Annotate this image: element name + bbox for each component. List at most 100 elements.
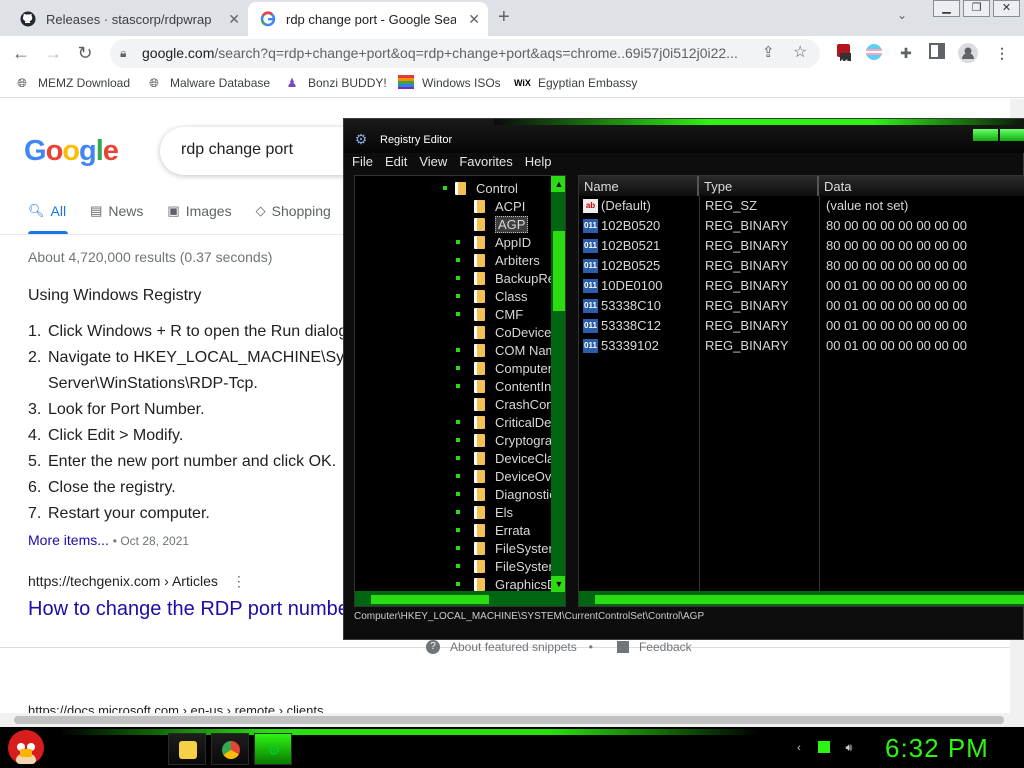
google-logo[interactable]: Google [24, 135, 119, 168]
tree-node[interactable]: Errata [456, 521, 530, 539]
table-row[interactable]: 011 102B0521 REG_BINARY 80 00 00 00 00 00 0… [579, 236, 1024, 256]
menu-file[interactable]: File [352, 154, 373, 169]
tree-node[interactable]: CMF [456, 305, 523, 323]
bookmark-windows-isos[interactable]: Windows ISOs [398, 75, 501, 91]
tab-news[interactable]: ▤ News [90, 203, 143, 219]
profile-avatar-icon[interactable] [958, 43, 978, 63]
tab-all[interactable]: 🔍︎ All [28, 203, 66, 219]
tree-node[interactable]: DeviceClas [456, 449, 561, 467]
chevron-left-icon[interactable]: ‹ [792, 741, 806, 755]
table-row[interactable]: 011 53339102 REG_BINARY 00 01 00 00 00 00 0… [579, 336, 1024, 356]
scroll-up-arrow-icon[interactable]: ▲ [551, 176, 565, 192]
taskbar-explorer-button[interactable] [168, 733, 206, 765]
scrollbar-thumb[interactable] [595, 595, 1024, 604]
tree-horizontal-scrollbar[interactable] [355, 591, 551, 606]
column-header-name[interactable]: Name [579, 176, 699, 196]
feedback-link[interactable]: Feedback [639, 640, 692, 654]
volume-icon[interactable]: 🔊︎ [842, 741, 856, 755]
tab-images[interactable]: ▣ Images [167, 203, 231, 219]
horizontal-scrollbar[interactable] [0, 713, 1010, 727]
tree-node[interactable]: CrashCont [474, 395, 557, 413]
tree-node[interactable]: AppID [456, 233, 531, 251]
tree-vertical-scrollbar[interactable]: ▲ ▼ [551, 176, 565, 606]
sidepanel-icon[interactable] [927, 43, 947, 63]
values-horizontal-scrollbar[interactable] [579, 591, 1024, 606]
back-arrow-icon[interactable]: ← [10, 42, 32, 64]
maximize-button[interactable]: ❐ [963, 0, 990, 17]
tab-shopping[interactable]: ◇ Shopping [256, 203, 331, 219]
tree-node[interactable]: FileSyster [456, 557, 553, 575]
taskbar-regedit-button[interactable]: ⚙ [254, 733, 292, 765]
next-result-source[interactable]: https://docs.microsoft.com › en-us › rem… [28, 703, 323, 713]
close-icon[interactable]: ✕ [468, 11, 480, 28]
tree-node[interactable]: DeviceOve [456, 467, 559, 485]
menu-help[interactable]: Help [525, 154, 552, 169]
share-icon[interactable]: ⇪ [762, 43, 775, 61]
tree-node[interactable]: ContentInc [456, 377, 558, 395]
minimize-button[interactable] [973, 129, 998, 141]
scrollbar-thumb[interactable] [14, 716, 1004, 724]
tree-node[interactable]: BackupRe [456, 269, 555, 287]
result-source[interactable]: https://techgenix.com › Articles ⋮ [28, 573, 246, 590]
tree-node[interactable]: Class [456, 287, 528, 305]
scrollbar-thumb[interactable] [371, 595, 489, 604]
kebab-menu-icon[interactable]: ⋮ [232, 573, 246, 589]
tree-node[interactable]: Arbiters [456, 251, 540, 269]
column-header-type[interactable]: Type [699, 176, 819, 196]
column-header-data[interactable]: Data [819, 176, 1024, 196]
scrollbar-thumb[interactable] [553, 231, 565, 311]
bookmark-egyptian-embassy[interactable]: WiX Egyptian Embassy [514, 75, 637, 91]
address-url[interactable]: google.com/search?q=rdp+change+port&oq=r… [142, 45, 757, 61]
table-row[interactable]: ab (Default) REG_SZ (value not set) [579, 196, 1024, 216]
tab-google-search[interactable]: rdp change port - Google Search ✕ [248, 2, 488, 36]
regedit-titlebar[interactable]: ⚙ Registry Editor [344, 119, 1024, 153]
extension-shield-icon[interactable]: 11 [834, 43, 854, 68]
tree-node[interactable]: FileSyster [456, 539, 553, 557]
taskbar-chrome-button[interactable] [211, 733, 249, 765]
tree-node-control[interactable]: Control [443, 179, 518, 197]
close-icon[interactable]: ✕ [228, 11, 240, 28]
tree-node[interactable]: ComputerI [456, 359, 556, 377]
tree-node[interactable]: ACPI [474, 197, 525, 215]
about-snippets-link[interactable]: About featured snippets [450, 640, 577, 654]
tree-node-selected[interactable]: AGP [474, 215, 529, 233]
key-tree-pane: Control ACPI AGP AppID Arbiters BackupRe… [354, 175, 566, 607]
bookmark-malware-database[interactable]: 🌐︎ Malware Database [146, 75, 270, 91]
address-bar[interactable]: 🔒︎ google.com/search?q=rdp+change+port&o… [110, 39, 820, 68]
puzzle-icon[interactable]: ✚ [896, 43, 916, 63]
result-title-link[interactable]: How to change the RDP port number [28, 598, 356, 621]
tree-node[interactable]: CriticalDev [456, 413, 558, 431]
table-row[interactable]: 011 53338C12 REG_BINARY 00 01 00 00 00 00 0… [579, 316, 1024, 336]
tree-node[interactable]: COM Nam [456, 341, 556, 359]
minimize-button[interactable]: ▁ [933, 0, 960, 17]
bookmark-bonzi-buddy[interactable]: ♟ Bonzi BUDDY! [284, 75, 387, 91]
forward-arrow-icon[interactable]: → [42, 42, 64, 64]
tree-node[interactable]: Diagnostic [456, 485, 556, 503]
menu-edit[interactable]: Edit [385, 154, 407, 169]
table-row[interactable]: 011 102B0525 REG_BINARY 80 00 00 00 00 00 0… [579, 256, 1024, 276]
table-row[interactable]: 011 10DE0100 REG_BINARY 00 01 00 00 00 00 0… [579, 276, 1024, 296]
tree-node[interactable]: Els [456, 503, 513, 521]
kebab-menu-icon[interactable]: ⋮ [992, 43, 1012, 63]
more-items-link[interactable]: More items... [28, 532, 109, 548]
bookmark-memz[interactable]: 🌐︎ MEMZ Download [14, 75, 130, 91]
folder-icon [179, 741, 197, 759]
table-row[interactable]: 011 53338C10 REG_BINARY 00 01 00 00 00 00 0… [579, 296, 1024, 316]
table-row[interactable]: 011 102B0520 REG_BINARY 80 00 00 00 00 00 0… [579, 216, 1024, 236]
tree-node[interactable]: CoDeviceI [474, 323, 555, 341]
tab-github-releases[interactable]: Releases · stascorp/rdpwrap · Gi ✕ [8, 2, 248, 36]
menu-view[interactable]: View [419, 154, 447, 169]
close-window-button[interactable]: ✕ [993, 0, 1020, 17]
chevron-down-icon[interactable]: ⌄ [897, 8, 907, 22]
reload-icon[interactable]: ↻ [74, 42, 96, 64]
new-tab-button[interactable]: + [498, 6, 510, 29]
network-icon[interactable] [818, 741, 830, 753]
start-button-angry-bird-icon[interactable] [8, 730, 44, 764]
maximize-button[interactable] [1000, 129, 1024, 141]
clock[interactable]: 6:32 PM [885, 733, 989, 764]
trans-flag-extension-icon[interactable] [864, 43, 884, 63]
tree-node[interactable]: Cryptograp [456, 431, 559, 449]
menu-favorites[interactable]: Favorites [459, 154, 512, 169]
scroll-down-arrow-icon[interactable]: ▼ [551, 576, 565, 592]
bookmark-star-icon[interactable]: ☆ [793, 42, 807, 62]
